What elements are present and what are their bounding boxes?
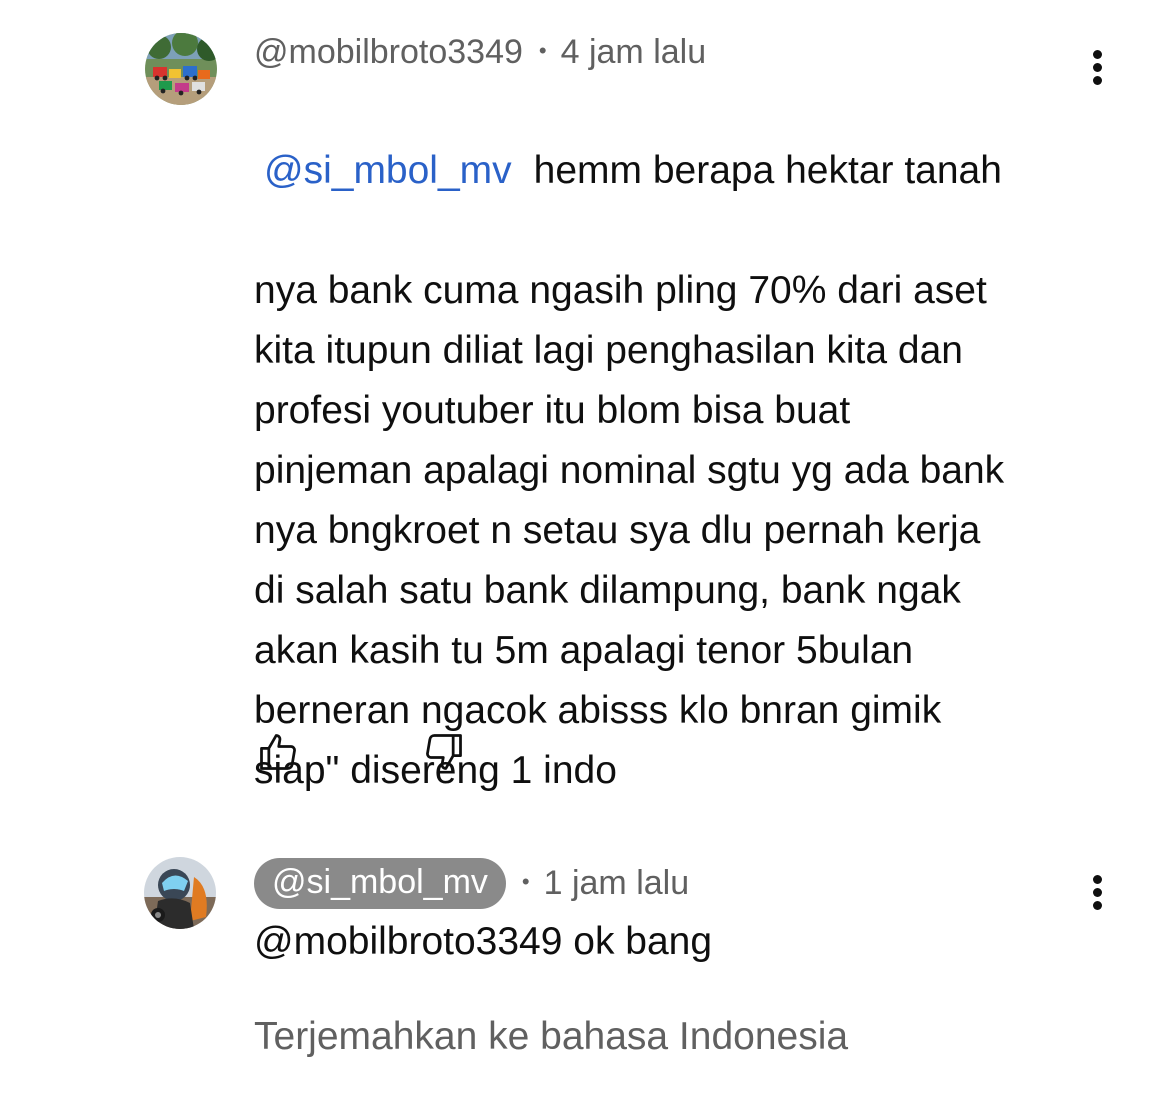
meta-separator: • <box>538 37 547 63</box>
dislike-button[interactable] <box>422 730 466 774</box>
comment-meta: @si_mbol_mv • 1 jam lalu <box>254 858 689 909</box>
thumbs-down-icon <box>426 734 462 770</box>
reply-mention-link[interactable]: @si_mbol_mv <box>264 149 512 192</box>
like-button[interactable] <box>256 730 300 774</box>
comment-first-line: @si_mbol_mv hemm berapa hektar tanah <box>254 141 1134 201</box>
comment-text: @mobilbroto3349 ok bang <box>254 920 713 963</box>
comment-text: @si_mbol_mv hemm berapa hektar tanah nya … <box>254 81 1134 861</box>
author-name[interactable]: @mobilbroto3349 <box>254 33 523 72</box>
author-name-pill[interactable]: @si_mbol_mv <box>254 858 506 909</box>
comment-body-lines: nya bank cuma ngasih pling 70% dari aset… <box>254 269 1005 792</box>
more-vert-icon <box>1093 875 1102 884</box>
meta-separator: • <box>521 868 530 894</box>
comment-timestamp[interactable]: 4 jam lalu <box>561 33 707 72</box>
comment-meta: @mobilbroto3349 • 4 jam lalu <box>254 33 706 72</box>
translate-link[interactable]: Terjemahkan ke bahasa Indonesia <box>254 1015 848 1059</box>
biker-helmet-avatar-icon <box>144 857 216 929</box>
commenter-avatar[interactable] <box>144 857 216 929</box>
thumbs-up-icon <box>260 734 296 770</box>
comment-menu-button[interactable] <box>1088 875 1108 915</box>
more-vert-icon <box>1093 50 1102 59</box>
comment-timestamp[interactable]: 1 jam lalu <box>544 864 690 903</box>
toy-trucks-avatar-icon <box>145 33 217 105</box>
comment-first-line-text: hemm berapa hektar tanah <box>533 149 1002 192</box>
commenter-avatar[interactable] <box>145 33 217 105</box>
